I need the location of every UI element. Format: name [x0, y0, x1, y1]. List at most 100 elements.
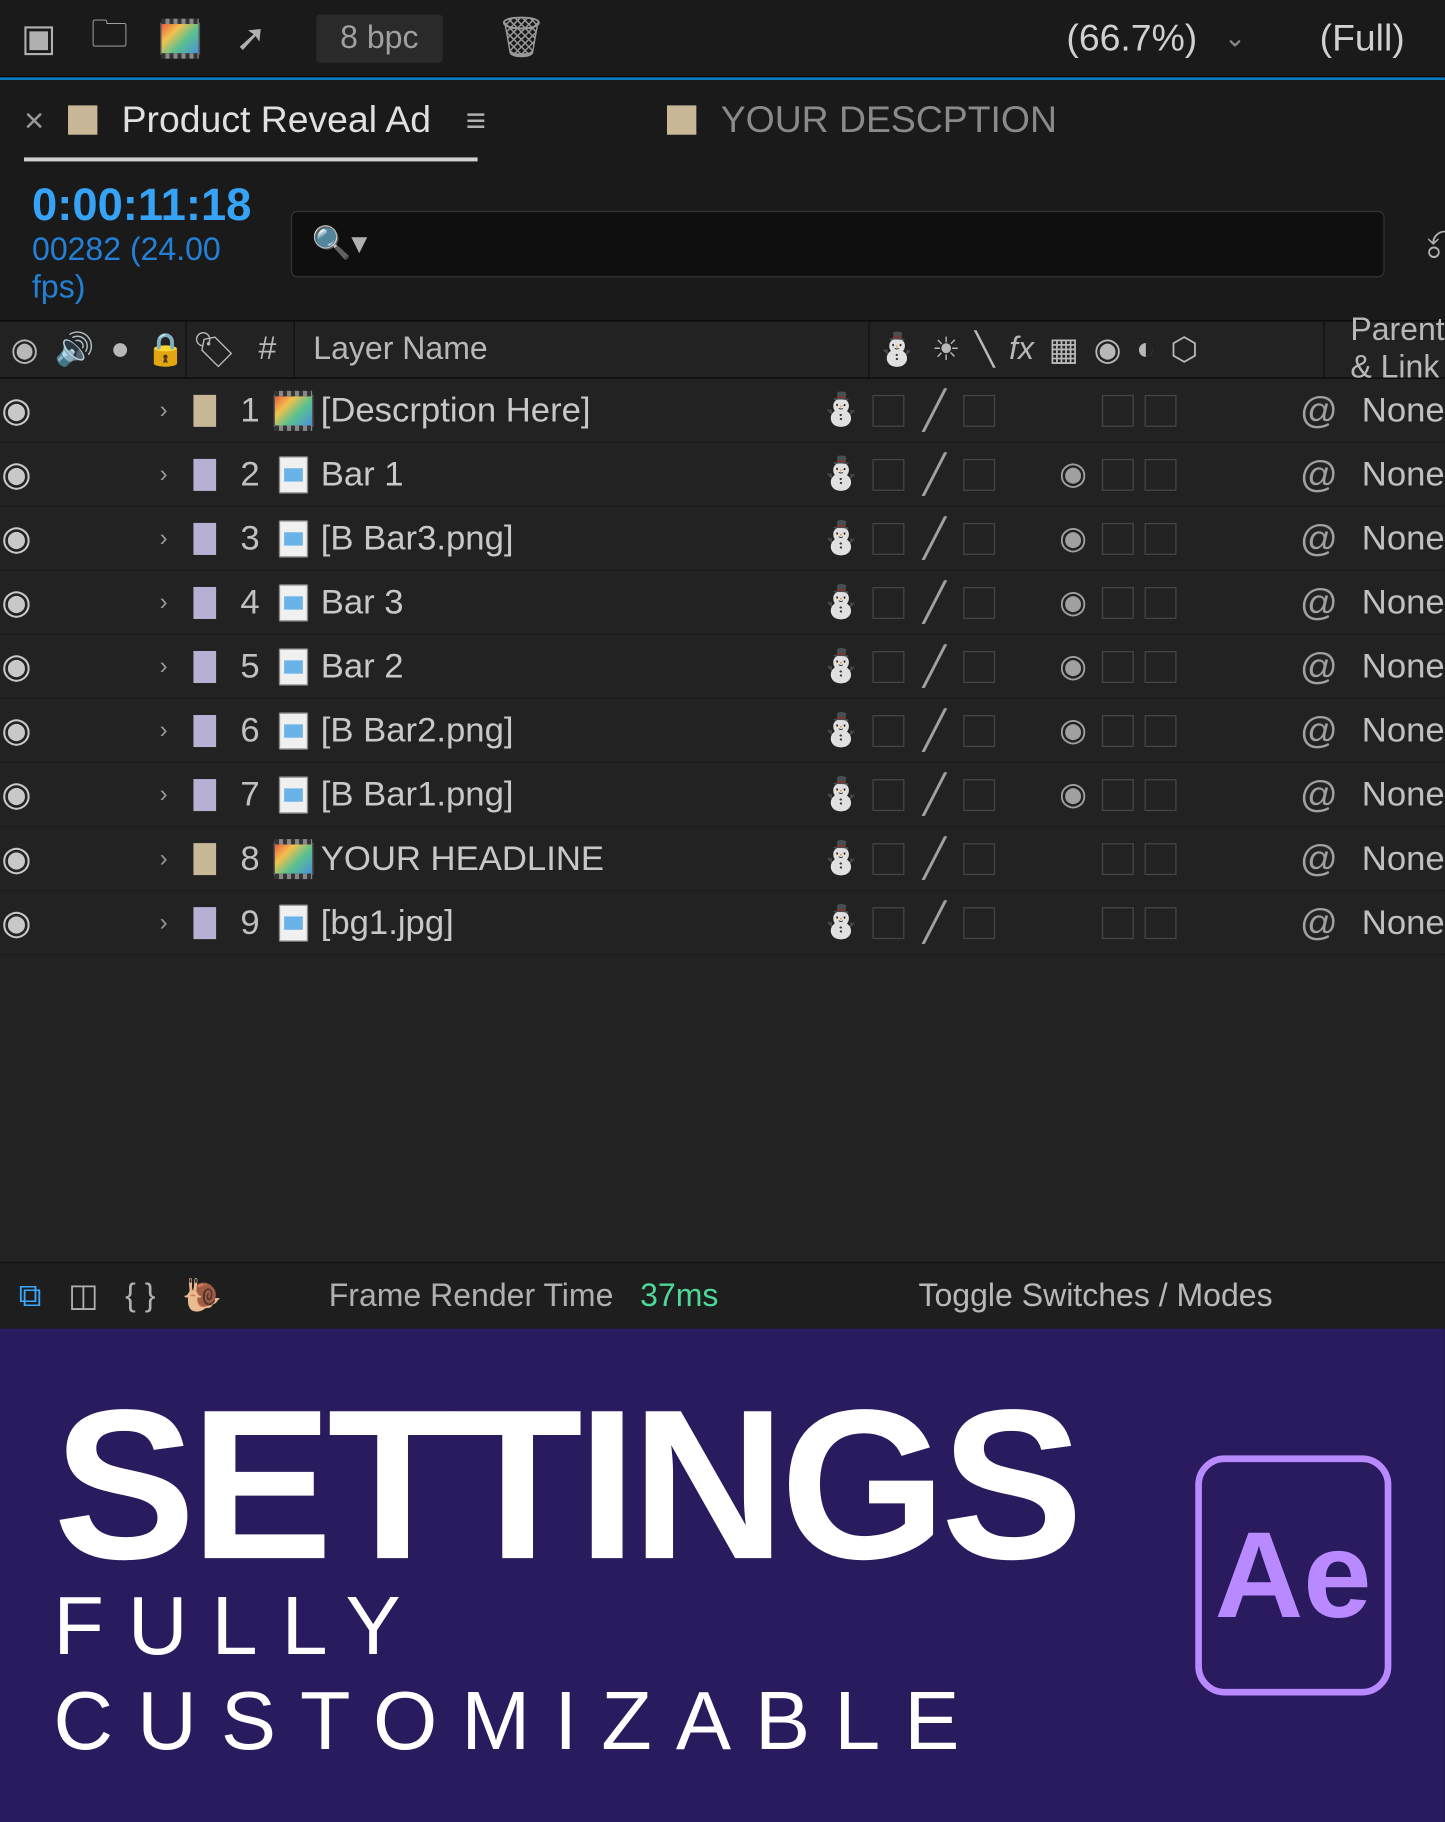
tab-inactive[interactable]: YOUR DESCPTION: [721, 99, 1057, 142]
quality-switch[interactable]: ╱: [916, 388, 953, 432]
expand-toggle[interactable]: ›: [147, 652, 180, 680]
parent-value[interactable]: None: [1362, 774, 1445, 815]
panel-icon[interactable]: ▣: [13, 13, 64, 64]
solo-icon[interactable]: ●: [111, 331, 130, 368]
audio-icon[interactable]: 🔊: [55, 330, 95, 369]
fx-switch[interactable]: [964, 778, 996, 810]
layer-name[interactable]: Bar 2: [315, 646, 819, 687]
3d-switch[interactable]: [1145, 714, 1177, 746]
frame-info[interactable]: 00282 (24.00 fps): [32, 232, 251, 307]
expand-toggle[interactable]: ›: [147, 588, 180, 616]
layer-name[interactable]: YOUR HEADLINE: [315, 838, 819, 879]
layer-color-swatch[interactable]: [194, 778, 216, 810]
tab-active[interactable]: Product Reveal Ad: [122, 99, 431, 142]
adjustment-switch[interactable]: [1102, 714, 1134, 746]
shy-switch[interactable]: ⛄: [820, 391, 863, 430]
motion-blur-switch[interactable]: ◉: [1054, 647, 1091, 686]
collapse-switch[interactable]: [873, 842, 905, 874]
collapse-switch[interactable]: [873, 714, 905, 746]
visibility-toggle[interactable]: ◉: [0, 454, 33, 495]
parent-value[interactable]: None: [1362, 390, 1445, 431]
parent-value[interactable]: None: [1362, 710, 1445, 751]
layer-row[interactable]: ◉›1[Descrption Here]⛄╱@None: [0, 379, 1445, 443]
collapse-switch[interactable]: [873, 522, 905, 554]
visibility-toggle[interactable]: ◉: [0, 838, 33, 879]
pickwhip-icon[interactable]: @: [1300, 517, 1338, 560]
quality-switch[interactable]: ╱: [916, 836, 953, 880]
layer-name[interactable]: Bar 3: [315, 582, 819, 623]
adjustment-switch[interactable]: [1102, 650, 1134, 682]
collapse-switch[interactable]: [873, 394, 905, 426]
3d-switch[interactable]: [1145, 522, 1177, 554]
quality-switch[interactable]: ╱: [916, 452, 953, 496]
lock-icon[interactable]: 🔒: [146, 330, 186, 369]
pickwhip-icon[interactable]: @: [1300, 709, 1338, 752]
expand-toggle[interactable]: ›: [147, 780, 180, 808]
layer-row[interactable]: ◉›6[B Bar2.png]⛄╱◉@None: [0, 699, 1445, 763]
close-tab-icon[interactable]: ×: [24, 99, 44, 140]
fx-switch[interactable]: [964, 650, 996, 682]
panel-menu-icon[interactable]: ≡: [466, 99, 486, 140]
pickwhip-icon[interactable]: @: [1300, 581, 1338, 624]
comp-preview-icon[interactable]: [155, 13, 206, 64]
motion-blur-switch[interactable]: ◉: [1054, 519, 1091, 558]
fx-switch[interactable]: [964, 522, 996, 554]
parent-value[interactable]: None: [1362, 582, 1445, 623]
adjustment-switch[interactable]: [1102, 522, 1134, 554]
fx-switch[interactable]: [964, 458, 996, 490]
quality-switch[interactable]: ╱: [916, 900, 953, 944]
shy-switch[interactable]: ⛄: [820, 711, 863, 750]
collapse-switch[interactable]: [873, 586, 905, 618]
fx-switch[interactable]: [964, 842, 996, 874]
quality-switch[interactable]: ╱: [916, 644, 953, 688]
rocket-icon[interactable]: ➚: [225, 13, 276, 64]
parent-value[interactable]: None: [1362, 838, 1445, 879]
bit-depth[interactable]: 8 bpc: [316, 14, 442, 62]
trash-icon[interactable]: 🗑: [496, 15, 547, 62]
quality-switch[interactable]: ╱: [916, 708, 953, 752]
layer-row[interactable]: ◉›5Bar 2⛄╱◉@None: [0, 635, 1445, 699]
quality-switch[interactable]: ╱: [916, 772, 953, 816]
expand-toggle[interactable]: ›: [147, 396, 180, 424]
layer-name[interactable]: [B Bar2.png]: [315, 710, 819, 751]
pickwhip-icon[interactable]: @: [1300, 645, 1338, 688]
3d-switch[interactable]: [1145, 394, 1177, 426]
layer-color-swatch[interactable]: [194, 394, 216, 426]
visibility-toggle[interactable]: ◉: [0, 902, 33, 943]
3d-switch[interactable]: [1145, 586, 1177, 618]
folder-icon[interactable]: 🗀: [84, 13, 135, 64]
collapse-switch[interactable]: [873, 906, 905, 938]
motion-blur-switch[interactable]: ◉: [1054, 583, 1091, 622]
layer-row[interactable]: ◉›9[bg1.jpg]⛄╱@None: [0, 891, 1445, 955]
fx-switch[interactable]: [964, 586, 996, 618]
parent-value[interactable]: None: [1362, 518, 1445, 559]
toggle-switches-icon[interactable]: ⧉: [19, 1277, 42, 1314]
expand-toggle[interactable]: ›: [147, 844, 180, 872]
parent-value[interactable]: None: [1362, 454, 1445, 495]
layer-color-swatch[interactable]: [194, 458, 216, 490]
expression-icon[interactable]: { }: [125, 1277, 155, 1314]
pickwhip-icon[interactable]: @: [1300, 901, 1338, 944]
parent-value[interactable]: None: [1362, 902, 1445, 943]
pickwhip-icon[interactable]: @: [1300, 773, 1338, 816]
pickwhip-icon[interactable]: @: [1300, 837, 1338, 880]
quality-switch[interactable]: ╱: [916, 580, 953, 624]
layer-row[interactable]: ◉›4Bar 3⛄╱◉@None: [0, 571, 1445, 635]
collapse-switch[interactable]: [873, 778, 905, 810]
shy-switch[interactable]: ⛄: [820, 583, 863, 622]
expand-toggle[interactable]: ›: [147, 460, 180, 488]
adjustment-switch[interactable]: [1102, 842, 1134, 874]
visibility-toggle[interactable]: ◉: [0, 710, 33, 751]
3d-switch[interactable]: [1145, 458, 1177, 490]
shy-switch[interactable]: ⛄: [820, 455, 863, 494]
snail-icon[interactable]: 🐌: [182, 1277, 222, 1316]
layer-color-swatch[interactable]: [194, 522, 216, 554]
motion-blur-switch[interactable]: ◉: [1054, 455, 1091, 494]
layer-color-swatch[interactable]: [194, 650, 216, 682]
search-input[interactable]: 🔍▾: [291, 210, 1385, 277]
fx-switch[interactable]: [964, 394, 996, 426]
parent-value[interactable]: None: [1362, 646, 1445, 687]
shy-switch[interactable]: ⛄: [820, 647, 863, 686]
layer-row[interactable]: ◉›7[B Bar1.png]⛄╱◉@None: [0, 763, 1445, 827]
resolution-dropdown[interactable]: (Full): [1293, 11, 1431, 64]
